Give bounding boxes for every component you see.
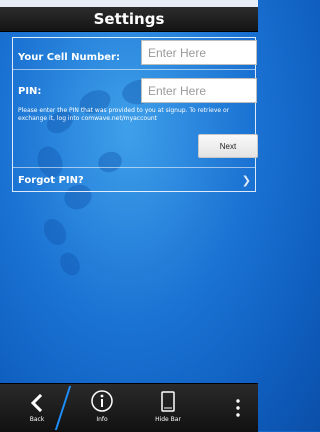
info-icon [91, 390, 113, 412]
forgot-pin-label: Forgot PIN? [18, 175, 84, 186]
phone-icon [161, 391, 175, 412]
page-title: Settings [93, 10, 165, 28]
info-button[interactable]: Info [85, 384, 119, 432]
forgot-pin-row[interactable]: Forgot PIN? ❯ [13, 167, 255, 192]
chevron-left-icon [30, 393, 43, 413]
next-button[interactable]: Next [198, 134, 258, 158]
title-bar: Settings [0, 7, 258, 32]
bottom-action-bar: Back Info Hide Bar [0, 383, 258, 432]
hide-bar-label: Hide Bar [155, 416, 181, 423]
divider [13, 69, 255, 70]
back-button[interactable]: Back [22, 384, 52, 432]
cell-number-label: Your Cell Number: [18, 52, 120, 63]
pin-input[interactable] [141, 78, 257, 103]
pin-label: PIN: [18, 86, 42, 97]
back-label: Back [29, 416, 45, 423]
pin-help-text: Please enter the PIN that was provided t… [18, 107, 230, 122]
chevron-right-icon: ❯ [241, 174, 251, 187]
more-button[interactable] [226, 384, 250, 432]
more-vertical-icon [236, 399, 240, 417]
cell-number-input[interactable] [141, 40, 257, 65]
hide-bar-button[interactable]: Hide Bar [150, 384, 186, 432]
login-form: Your Cell Number: PIN: Please enter the … [12, 37, 258, 192]
status-bar [0, 0, 258, 7]
info-label: Info [96, 416, 108, 423]
back-divider-accent [54, 386, 72, 430]
